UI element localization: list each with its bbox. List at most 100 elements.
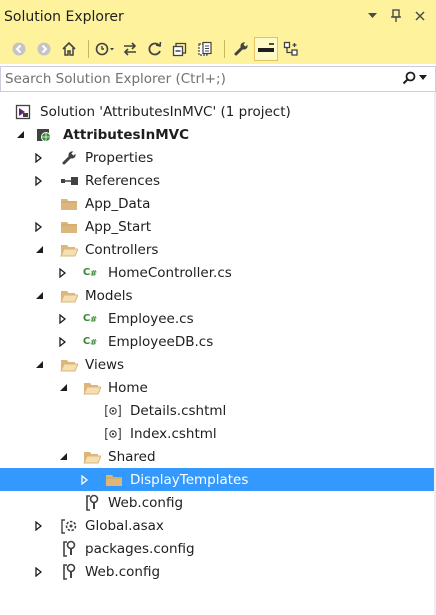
tree-item-packages-config[interactable]: packages.config: [0, 537, 436, 560]
csharp-file-icon: C #: [82, 336, 98, 347]
properties-wrench-icon[interactable]: [230, 38, 252, 60]
tree-label: AttributesInMVC: [63, 126, 189, 143]
tree-label: Shared: [108, 448, 156, 465]
tree-label: HomeController.cs: [108, 264, 232, 281]
collapsed-arrow-icon[interactable]: [79, 474, 91, 486]
collapsed-arrow-icon[interactable]: [57, 336, 69, 348]
tree-item-employee[interactable]: C # Employee.cs: [0, 307, 436, 330]
tree-label: App_Data: [85, 195, 151, 212]
tree-item-home-controller[interactable]: C # HomeController.cs: [0, 261, 436, 284]
tree-item-display-templates[interactable]: DisplayTemplates: [0, 468, 436, 491]
window-position-dropdown-icon[interactable]: [364, 8, 380, 24]
tree-item-shared-folder[interactable]: Shared: [0, 445, 436, 468]
collapsed-arrow-icon[interactable]: [33, 520, 45, 532]
refresh-icon[interactable]: [144, 38, 166, 60]
folder-open-icon: [60, 241, 78, 259]
wrench-icon: [60, 149, 78, 167]
web-project-icon: [35, 126, 53, 144]
tree-item-solution[interactable]: Solution 'AttributesInMVC' (1 project): [0, 100, 436, 123]
tree-item-app-start[interactable]: App_Start: [0, 215, 436, 238]
tree-item-views[interactable]: Views: [0, 353, 436, 376]
razor-file-icon: [104, 425, 122, 443]
global-asax-icon: [60, 517, 78, 535]
collapsed-arrow-icon[interactable]: [57, 313, 69, 325]
config-file-icon: [83, 494, 101, 512]
expanded-arrow-icon[interactable]: [33, 290, 45, 302]
collapsed-arrow-icon[interactable]: [57, 267, 69, 279]
csharp-file-icon: C #: [82, 267, 98, 278]
pin-icon[interactable]: [388, 8, 404, 24]
folder-icon: [105, 471, 123, 489]
tree-item-app-data[interactable]: App_Data: [0, 192, 436, 215]
tree-label: packages.config: [85, 540, 195, 557]
search-options-button[interactable]: [402, 71, 427, 85]
tree-item-properties[interactable]: Properties: [0, 146, 436, 169]
tree-label: EmployeeDB.cs: [108, 333, 214, 350]
config-file-icon: [60, 540, 78, 558]
pending-changes-filter-icon[interactable]: [94, 38, 116, 60]
collapse-all-icon[interactable]: [169, 38, 191, 60]
window-title: Solution Explorer: [4, 9, 124, 25]
expanded-arrow-icon[interactable]: [57, 451, 69, 463]
tree-item-details-view[interactable]: Details.cshtml: [0, 399, 436, 422]
tree-label: Properties: [85, 149, 154, 166]
solution-tree: Solution 'AttributesInMVC' (1 project) A…: [0, 100, 436, 583]
tree-label: Details.cshtml: [130, 402, 227, 419]
class-view-icon[interactable]: [280, 38, 302, 60]
expanded-arrow-icon[interactable]: [14, 129, 26, 141]
folder-open-icon: [60, 356, 78, 374]
folder-open-icon: [60, 287, 78, 305]
tree-label: Views: [85, 356, 125, 373]
tree-item-references[interactable]: References: [0, 169, 436, 192]
config-file-icon: [60, 563, 78, 581]
tree-item-index-view[interactable]: Index.cshtml: [0, 422, 436, 445]
tree-label: Models: [85, 287, 133, 304]
tree-item-models[interactable]: Models: [0, 284, 436, 307]
search-input[interactable]: [1, 70, 371, 88]
collapsed-arrow-icon[interactable]: [33, 221, 45, 233]
collapsed-arrow-icon[interactable]: [33, 566, 45, 578]
tree-label: DisplayTemplates: [130, 471, 249, 488]
tree-item-global-asax[interactable]: Global.asax: [0, 514, 436, 537]
forward-icon[interactable]: [33, 38, 55, 60]
tree-label: Employee.cs: [108, 310, 194, 327]
tree-label: Web.config: [108, 494, 184, 511]
toolbar-separator: [88, 40, 89, 58]
tree-item-project[interactable]: AttributesInMVC: [0, 123, 436, 146]
tree-label: Solution 'AttributesInMVC' (1 project): [40, 103, 291, 120]
tree-label: Home: [108, 379, 148, 396]
tree-item-views-web-config[interactable]: Web.config: [0, 491, 436, 514]
back-icon[interactable]: [8, 38, 30, 60]
tree-label: Index.cshtml: [130, 425, 217, 442]
preview-selected-items-icon[interactable]: [254, 37, 278, 61]
tree-label: Controllers: [85, 241, 159, 258]
close-icon[interactable]: [412, 8, 428, 24]
folder-icon: [60, 218, 78, 236]
folder-open-icon: [83, 379, 101, 397]
tree-label: Web.config: [85, 563, 161, 580]
tree-item-web-config[interactable]: Web.config: [0, 560, 436, 583]
search-icon: [402, 71, 416, 85]
collapsed-arrow-icon[interactable]: [33, 152, 45, 164]
tree-label: App_Start: [85, 218, 152, 235]
chevron-down-icon: [419, 75, 427, 80]
folder-icon: [60, 195, 78, 213]
tree-item-controllers[interactable]: Controllers: [0, 238, 436, 261]
sync-with-active-document-icon[interactable]: [119, 38, 141, 60]
solution-icon: [14, 103, 32, 121]
toolbar: [0, 34, 436, 64]
tree-item-home-folder[interactable]: Home: [0, 376, 436, 399]
csharp-file-icon: C #: [82, 313, 98, 324]
expanded-arrow-icon[interactable]: [57, 382, 69, 394]
toolbar-separator: [224, 40, 225, 58]
search-box[interactable]: [0, 66, 436, 92]
collapsed-arrow-icon[interactable]: [33, 175, 45, 187]
show-all-files-icon[interactable]: [194, 38, 216, 60]
home-icon[interactable]: [58, 38, 80, 60]
razor-file-icon: [104, 402, 122, 420]
expanded-arrow-icon[interactable]: [33, 359, 45, 371]
tree-label: Global.asax: [85, 517, 164, 534]
tree-item-employee-db[interactable]: C # EmployeeDB.cs: [0, 330, 436, 353]
references-icon: [60, 172, 78, 190]
expanded-arrow-icon[interactable]: [33, 244, 45, 256]
